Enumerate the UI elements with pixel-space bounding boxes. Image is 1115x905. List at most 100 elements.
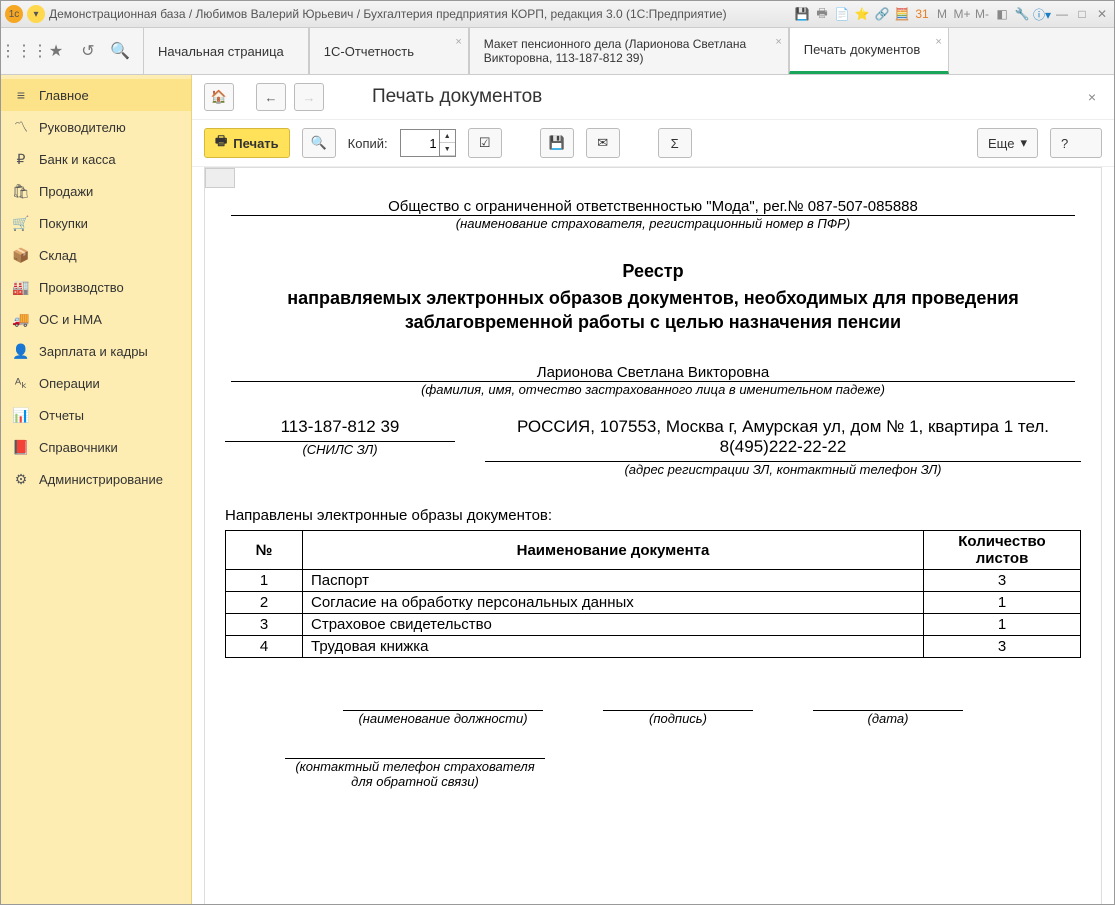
save-button[interactable]: 💾 xyxy=(540,128,574,158)
tab-label: Печать документов xyxy=(804,42,921,57)
preview-button[interactable]: 🔍 xyxy=(302,128,336,158)
sidebar-label: Операции xyxy=(39,376,100,391)
page-close-icon[interactable]: × xyxy=(1082,89,1102,105)
person-icon: 👤 xyxy=(13,343,29,359)
main-area: 🏠 ← → Печать документов × 🖶Печать 🔍 Копи… xyxy=(192,75,1114,904)
table-row: 2Согласие на обработку персональных данн… xyxy=(226,592,1081,614)
home-button[interactable]: 🏠 xyxy=(204,83,234,111)
tab-label: Макет пенсионного дела (Ларионова Светла… xyxy=(484,37,764,65)
system-menu-icon[interactable]: 1c xyxy=(5,5,23,23)
titlebar: 1c ▾ Демонстрационная база / Любимов Вал… xyxy=(1,1,1114,28)
book-icon: 📕 xyxy=(13,439,29,455)
sidebar-item-refs[interactable]: 📕Справочники xyxy=(1,431,191,463)
star-icon[interactable]: ⭐ xyxy=(854,6,870,22)
tab-close-icon[interactable]: × xyxy=(455,36,461,48)
sidebar-label: Руководителю xyxy=(39,120,126,135)
sidebar-item-hr[interactable]: 👤 Зарплата и кадры xyxy=(1,335,191,367)
print-button[interactable]: 🖶Печать xyxy=(204,128,290,158)
spin-down-icon[interactable]: ▼ xyxy=(440,143,455,156)
tab-close-icon[interactable]: × xyxy=(935,36,941,48)
link-icon[interactable]: 🔗 xyxy=(874,6,890,22)
help-button[interactable]: ? xyxy=(1050,128,1102,158)
person-hint: (фамилия, имя, отчество застрахованного … xyxy=(225,382,1081,397)
tab-print[interactable]: Печать документов × xyxy=(789,28,949,74)
copies-label: Копий: xyxy=(348,136,388,151)
sidebar-item-admin[interactable]: ⚙ Администрирование xyxy=(1,463,191,495)
ruler-corner xyxy=(205,168,235,188)
tabbar: ⋮⋮⋮ ★ ↺ 🔍 Начальная страница 1С-Отчетнос… xyxy=(1,28,1114,75)
sidebar-item-manager[interactable]: 〽Руководителю xyxy=(1,111,191,143)
maximize-icon[interactable]: □ xyxy=(1074,6,1090,22)
sidebar-label: Банк и касса xyxy=(39,152,116,167)
calendar-icon[interactable]: 31 xyxy=(914,6,930,22)
save-icon[interactable]: 💾 xyxy=(794,6,810,22)
doc-icon[interactable]: 📄 xyxy=(834,6,850,22)
forward-button[interactable]: → xyxy=(294,83,324,111)
wrench-icon[interactable]: 🔧 xyxy=(1014,6,1030,22)
sidebar-label: Администрирование xyxy=(39,472,163,487)
more-button[interactable]: Еще ▾ xyxy=(977,128,1038,158)
sidebar-label: Главное xyxy=(39,88,89,103)
th-num: № xyxy=(226,531,303,570)
sig-job: (наименование должности) xyxy=(343,711,543,726)
minimize-icon[interactable]: — xyxy=(1054,6,1070,22)
panel-icon[interactable]: ◧ xyxy=(994,6,1010,22)
tab-reporting[interactable]: 1С-Отчетность× xyxy=(309,28,469,74)
more-label: Еще xyxy=(988,136,1014,151)
spin-up-icon[interactable]: ▲ xyxy=(440,130,455,143)
phone-note-label: (контактный телефон страхователя для обр… xyxy=(285,759,545,789)
titlebar-tools: 💾 🖶 📄 ⭐ 🔗 🧮 31 M M+ M- ◧ 🔧 ⓘ▾ — □ ✕ xyxy=(794,6,1110,22)
sidebar-item-assets[interactable]: 🚚ОС и НМА xyxy=(1,303,191,335)
settings-button[interactable]: ☑ xyxy=(468,128,502,158)
sidebar-item-main[interactable]: ≡Главное xyxy=(1,79,191,111)
mplus-icon[interactable]: M+ xyxy=(954,6,970,22)
table-row: 1Паспорт3 xyxy=(226,570,1081,592)
search-icon[interactable]: 🔍 xyxy=(111,42,129,60)
tab-label: Начальная страница xyxy=(158,44,284,59)
mail-button[interactable]: ✉ xyxy=(586,128,620,158)
sidebar-item-production[interactable]: 🏭Производство xyxy=(1,271,191,303)
history-icon[interactable]: ↺ xyxy=(79,42,97,60)
truck-icon: 🚚 xyxy=(13,311,29,327)
table-row: 4Трудовая книжка3 xyxy=(226,636,1081,658)
apps-icon[interactable]: ⋮⋮⋮ xyxy=(15,42,33,60)
document: Общество с ограниченной ответственностью… xyxy=(204,167,1102,904)
print-label: Печать xyxy=(233,136,278,151)
th-name: Наименование документа xyxy=(303,531,924,570)
sidebar-item-sales[interactable]: 🛍Продажи xyxy=(1,175,191,207)
sidebar-item-reports[interactable]: 📊Отчеты xyxy=(1,399,191,431)
tab-close-icon[interactable]: × xyxy=(775,36,781,48)
print-icon[interactable]: 🖶 xyxy=(814,6,830,22)
address-hint: (адрес регистрации ЗЛ, контактный телефо… xyxy=(485,462,1081,477)
sent-label: Направлены электронные образы документов… xyxy=(225,507,1081,524)
sidebar-item-bank[interactable]: ₽Банк и касса xyxy=(1,143,191,175)
page-title: Печать документов xyxy=(372,86,542,108)
bars-icon: 📊 xyxy=(13,407,29,423)
signature-row: (наименование должности) (подпись) (дата… xyxy=(225,708,1081,726)
copies-input[interactable] xyxy=(401,135,439,152)
sidebar-item-warehouse[interactable]: 📦Склад xyxy=(1,239,191,271)
document-viewport[interactable]: Общество с ограниченной ответственностью… xyxy=(192,167,1114,904)
favorite-icon[interactable]: ★ xyxy=(47,42,65,60)
th-count: Количество листов xyxy=(924,531,1081,570)
calc-icon[interactable]: 🧮 xyxy=(894,6,910,22)
person-line: Ларионова Светлана Викторовна xyxy=(231,364,1075,382)
copies-stepper[interactable]: ▲▼ xyxy=(400,129,456,157)
back-button[interactable]: ← xyxy=(256,83,286,111)
sidebar-item-purchases[interactable]: 🛒Покупки xyxy=(1,207,191,239)
address-value: РОССИЯ, 107553, Москва г, Амурская ул, д… xyxy=(485,417,1081,462)
tab-home[interactable]: Начальная страница xyxy=(143,28,309,74)
gear-icon: ⚙ xyxy=(13,471,29,487)
snils-value: 113-187-812 39 xyxy=(225,417,455,442)
info-icon[interactable]: ⓘ▾ xyxy=(1034,6,1050,22)
close-icon[interactable]: ✕ xyxy=(1094,6,1110,22)
dropdown-icon[interactable]: ▾ xyxy=(27,5,45,23)
tab-pension[interactable]: Макет пенсионного дела (Ларионова Светла… xyxy=(469,28,789,74)
mminus-icon[interactable]: M- xyxy=(974,6,990,22)
m-icon[interactable]: M xyxy=(934,6,950,22)
sidebar-label: Зарплата и кадры xyxy=(39,344,148,359)
sum-button[interactable]: Σ xyxy=(658,128,692,158)
sidebar-item-operations[interactable]: ᴬₖОперации xyxy=(1,367,191,399)
bag-icon: 🛍 xyxy=(13,183,29,199)
box-icon: 📦 xyxy=(13,247,29,263)
